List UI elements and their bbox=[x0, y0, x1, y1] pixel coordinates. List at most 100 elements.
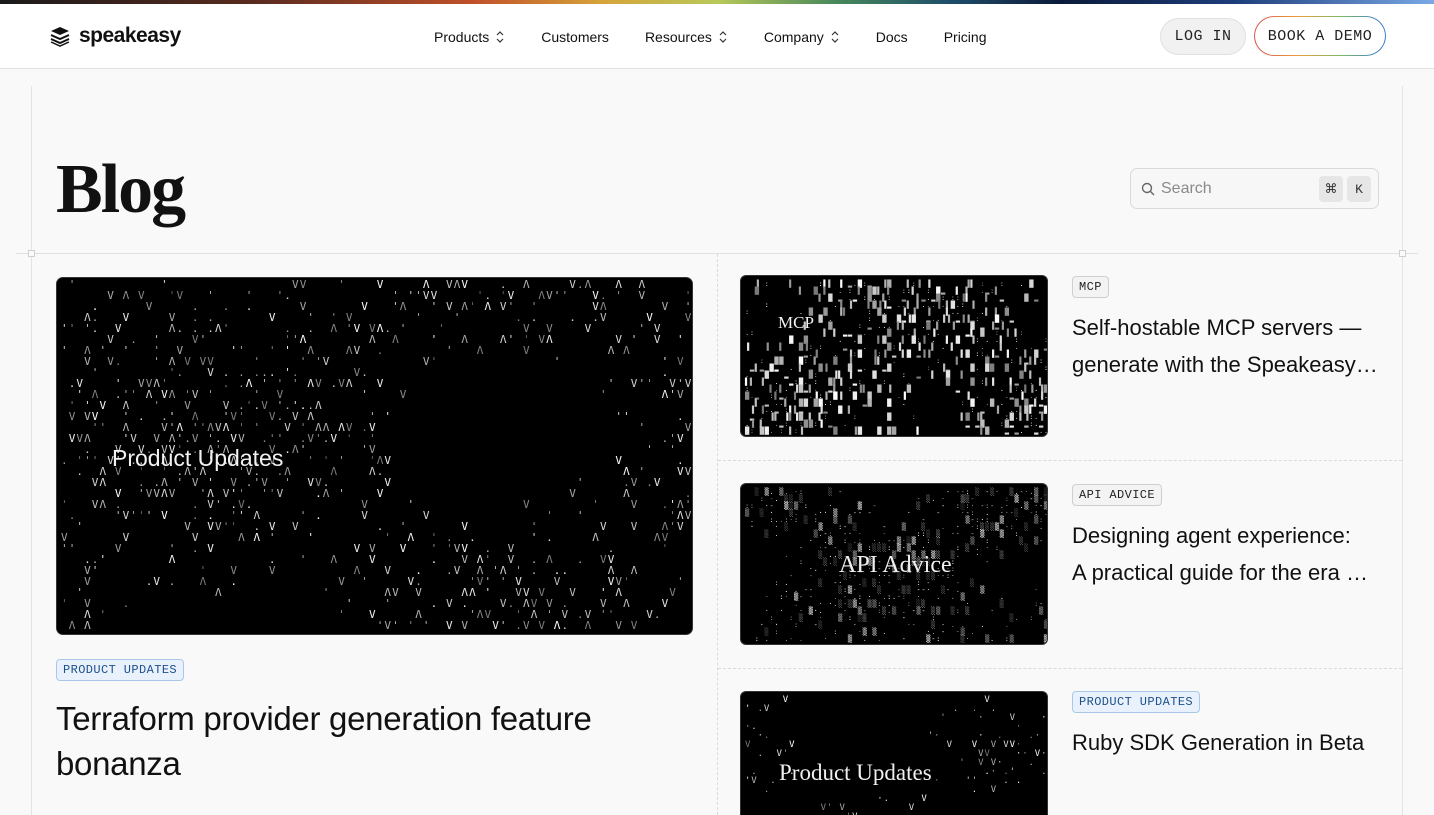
svg-text:V: V bbox=[123, 531, 130, 544]
svg-text:·: · bbox=[1024, 488, 1028, 496]
nav-pricing[interactable]: Pricing bbox=[944, 29, 987, 45]
svg-text:·: · bbox=[985, 544, 989, 552]
svg-text:.: . bbox=[577, 278, 584, 291]
svg-text:ˈ: ˈ bbox=[454, 311, 461, 324]
svg-text:V: V bbox=[600, 553, 607, 566]
post-thumbnail-api-advice[interactable]: ░ ▒. ▒. -: ░ - - - -: ░ - ░ · ░. - ·. ▒ ░: -. ░ ░ ░ - ░. · ▒ ░ -: ▒ -… bbox=[740, 483, 1048, 645]
featured-post-title[interactable]: Terraform provider generation feature bo… bbox=[56, 696, 676, 786]
svg-text:▌: ▌ bbox=[827, 279, 832, 288]
svg-text:V: V bbox=[84, 410, 91, 423]
post-thumbnail-mcp[interactable]: ▐: ▌: ▌ ▌ ▐ ▂. █: ▂ ▐ █ ▌: ▐ ▐ ▐ ▌::. █ █ ▌ █ ▌.: ▌ █ █ ▌ ▌:: ▌: █… bbox=[740, 275, 1048, 437]
featured-post-image[interactable]: ' ' V V ' V Λ V Λ V. Λ V. Λ Λ Λ V Λ V ˈ V ˈ ' ˈ. ˈ ' ˈ V V ˈ. ˈ V Λ V ˈ ' V… bbox=[56, 277, 693, 635]
svg-text::: : bbox=[995, 544, 999, 552]
brand-logo[interactable]: speakeasy bbox=[49, 22, 181, 50]
nav-resources[interactable]: Resources bbox=[645, 29, 728, 45]
svg-text:ˈ: ˈ bbox=[577, 509, 584, 522]
svg-text:': ' bbox=[431, 333, 438, 346]
svg-text::: : bbox=[838, 523, 842, 531]
svg-text:.: . bbox=[646, 476, 653, 489]
svg-text:░: ░ bbox=[848, 599, 852, 608]
svg-text:V: V bbox=[115, 322, 122, 335]
post-tag-product-updates[interactable]: PRODUCT UPDATES bbox=[1072, 691, 1201, 713]
svg-text:ˈ: ˈ bbox=[269, 344, 276, 357]
svg-text::: : bbox=[1015, 385, 1019, 393]
svg-text:': ' bbox=[485, 586, 492, 599]
svg-text:·: · bbox=[848, 530, 852, 538]
svg-text:Λ: Λ bbox=[307, 377, 314, 390]
svg-text:': ' bbox=[928, 731, 933, 741]
search-box[interactable]: ⌘ K bbox=[1130, 168, 1379, 209]
svg-text:-: - bbox=[833, 579, 837, 587]
svg-text:V: V bbox=[615, 333, 622, 346]
post-tag-mcp[interactable]: MCP bbox=[1072, 276, 1109, 298]
ascii-art-pattern: ▐: ▌: ▌ ▌ ▐ ▂. █: ▂ ▐ █ ▌: ▐ ▐ ▐ ▌::. ██ ▌ █ ▌.: ▌ █ █ ▌ ▌:: ▌: █… bbox=[744, 279, 1047, 435]
svg-text:·: · bbox=[934, 731, 939, 741]
svg-text:V: V bbox=[207, 520, 214, 533]
svg-text:-: - bbox=[980, 502, 984, 510]
svg-text::: : bbox=[961, 399, 965, 407]
svg-text:.: . bbox=[758, 704, 763, 714]
svg-text:': ' bbox=[292, 377, 299, 390]
login-button[interactable]: LOG IN bbox=[1160, 18, 1246, 55]
svg-text:▌: ▌ bbox=[969, 279, 974, 288]
svg-text:▌: ▌ bbox=[749, 377, 754, 386]
svg-text:·: · bbox=[745, 722, 750, 732]
svg-text:V: V bbox=[523, 344, 530, 357]
svg-text:·: · bbox=[1016, 749, 1021, 759]
svg-text:V: V bbox=[361, 509, 368, 522]
svg-text:Λ: Λ bbox=[623, 344, 630, 357]
nav-products[interactable]: Products bbox=[434, 29, 505, 45]
svg-text:▌: ▌ bbox=[798, 286, 803, 295]
svg-text:Λ: Λ bbox=[485, 300, 492, 313]
svg-text:Λ: Λ bbox=[461, 300, 468, 313]
svg-text:V: V bbox=[223, 487, 230, 500]
nav-customers[interactable]: Customers bbox=[541, 29, 609, 45]
svg-text:-: - bbox=[902, 614, 906, 622]
post-title-api-advice[interactable]: Designing agent experience: A practical … bbox=[1072, 517, 1382, 591]
svg-text:V: V bbox=[500, 597, 507, 610]
svg-text:█: █ bbox=[837, 405, 843, 414]
svg-text:': ' bbox=[1047, 740, 1048, 750]
svg-text:▐: ▐ bbox=[970, 300, 975, 309]
svg-text:▌: ▌ bbox=[984, 293, 989, 302]
svg-text:.: . bbox=[115, 388, 122, 401]
svg-text:·: · bbox=[926, 586, 930, 594]
book-demo-button[interactable]: BOOK A DEMO bbox=[1255, 17, 1385, 55]
svg-text::: : bbox=[863, 294, 867, 302]
chevron-up-down-icon bbox=[831, 30, 839, 43]
svg-text:▐: ▐ bbox=[838, 391, 843, 400]
svg-text:Λ: Λ bbox=[523, 597, 530, 610]
svg-text:.: . bbox=[985, 336, 989, 344]
svg-text:.: . bbox=[192, 542, 199, 555]
svg-text:': ' bbox=[745, 776, 750, 786]
svg-text:▒: ▒ bbox=[936, 606, 941, 615]
svg-text:ˈ: ˈ bbox=[61, 498, 68, 511]
featured-post-tag[interactable]: PRODUCT UPDATES bbox=[56, 659, 185, 681]
svg-text::: : bbox=[799, 558, 803, 566]
svg-text:ˈ: ˈ bbox=[100, 608, 107, 621]
nav-docs[interactable]: Docs bbox=[876, 29, 908, 45]
svg-text:V: V bbox=[354, 366, 361, 379]
svg-text:': ' bbox=[277, 432, 284, 445]
svg-text:': ' bbox=[92, 454, 99, 467]
post-tag-api-advice[interactable]: API ADVICE bbox=[1072, 484, 1163, 506]
svg-text:█: █ bbox=[906, 384, 912, 393]
post-title-line: generate with the Speakeasy CLI bbox=[1072, 352, 1378, 377]
svg-text:▌: ▌ bbox=[960, 412, 965, 421]
svg-text:▌: ▌ bbox=[788, 412, 793, 421]
post-title-line: Ruby SDK Generation in Beta bbox=[1072, 730, 1365, 755]
svg-text:.: . bbox=[953, 704, 958, 714]
svg-text:': ' bbox=[130, 388, 137, 401]
post-title-mcp[interactable]: Self-hostable MCP servers — generate wit… bbox=[1072, 309, 1382, 383]
svg-text:.: . bbox=[951, 593, 955, 601]
svg-text:V: V bbox=[461, 619, 468, 632]
svg-text:-: - bbox=[931, 635, 935, 643]
svg-text:V: V bbox=[300, 278, 307, 291]
svg-text:.: . bbox=[315, 509, 322, 522]
post-title-ruby-sdk[interactable]: Ruby SDK Generation in Beta bbox=[1072, 724, 1382, 761]
post-thumbnail-product-updates[interactable]: VV'.V...'·V··.·.·.'··..·VVVVVVV·'.V'VV··… bbox=[740, 691, 1048, 815]
nav-company[interactable]: Company bbox=[764, 29, 840, 45]
search-input[interactable] bbox=[1161, 169, 1311, 208]
svg-text:V: V bbox=[685, 377, 692, 390]
svg-text::: : bbox=[917, 530, 921, 538]
